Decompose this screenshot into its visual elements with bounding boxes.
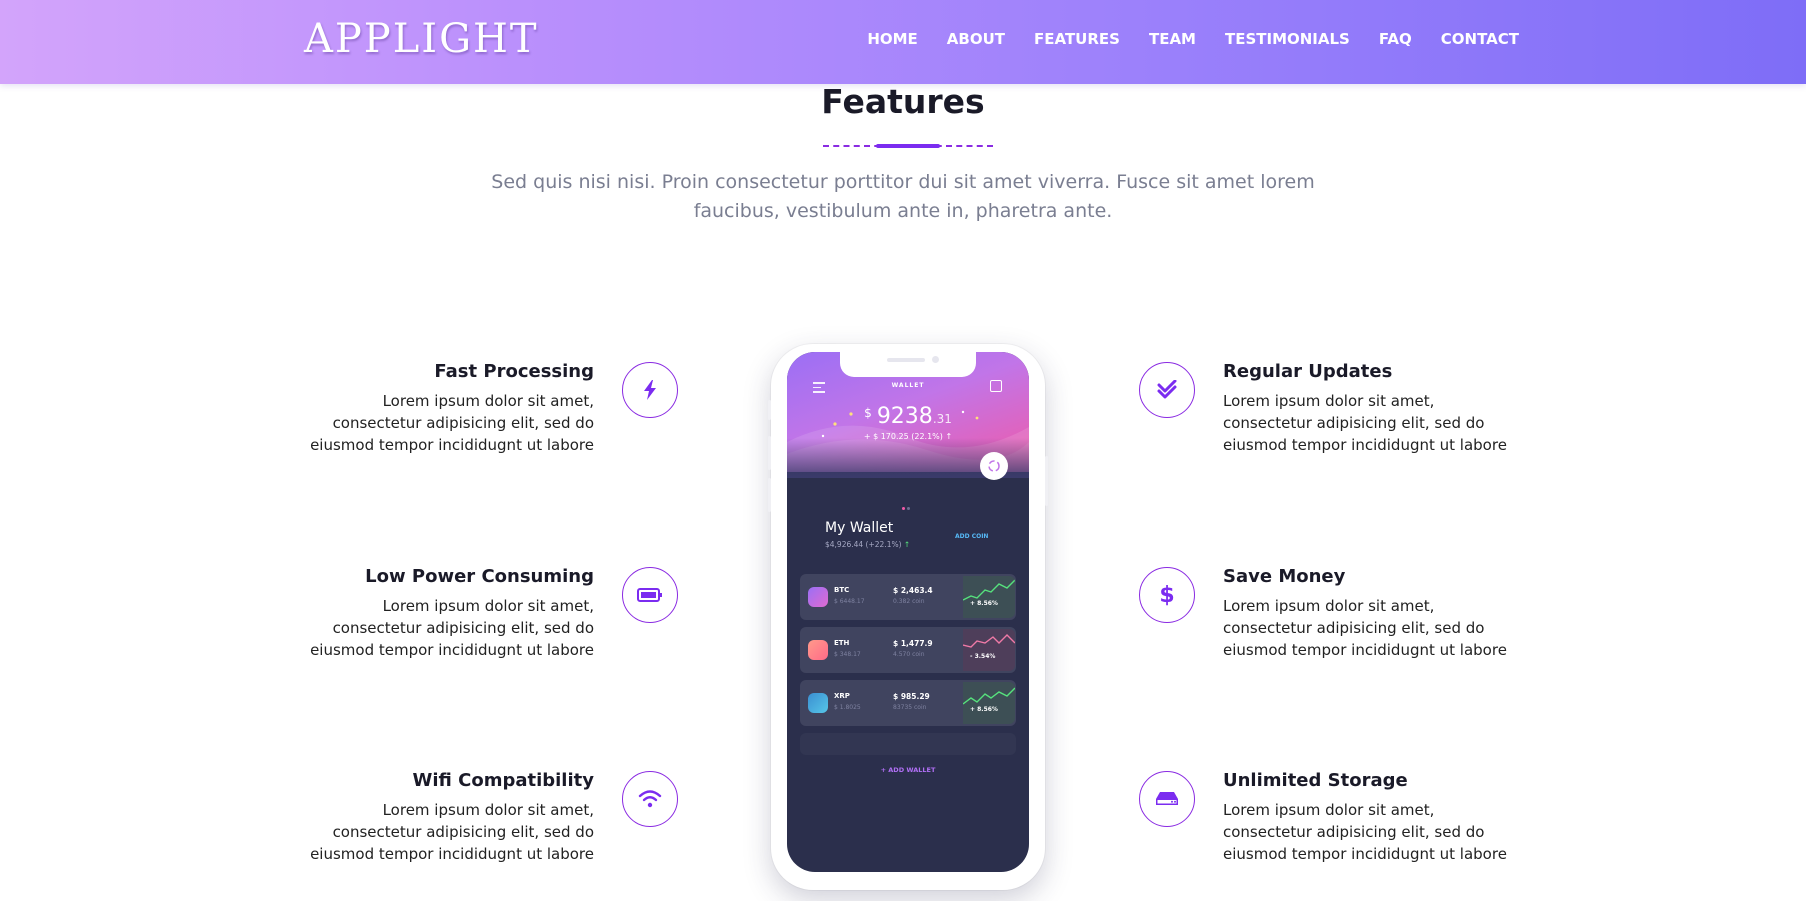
nav-home[interactable]: HOME [867,30,917,48]
sparkline-icon [963,682,1015,724]
double-check-icon [1139,362,1195,418]
feature-title: Low Power Consuming [365,566,594,587]
main-nav: HOME ABOUT FEATURES TEAM TESTIMONIALS FA… [867,30,1519,48]
feature-save-money: Save Money Lorem ipsum dolor sit amet, c… [1223,566,1523,661]
battery-icon [622,567,678,623]
ethereum-icon [808,640,828,660]
pager-dots [902,495,914,510]
nav-features[interactable]: FEATURES [1034,30,1120,48]
phone-screen: WALLET $ 9238.31 + $ 170.25 (22.1%) ↑ My… [787,352,1029,872]
phone-mockup: WALLET $ 9238.31 + $ 170.25 (22.1%) ↑ My… [768,344,1048,890]
balance-change: + $ 170.25 (22.1%) ↑ [863,432,953,441]
dollar-icon: $ [1139,567,1195,623]
feature-regular-updates: Regular Updates Lorem ipsum dolor sit am… [1223,361,1523,456]
feature-title: Fast Processing [434,361,594,382]
feature-low-power: Low Power Consuming Lorem ipsum dolor si… [294,566,594,661]
wallet-heading: My Wallet [825,520,894,536]
coin-row-btc[interactable]: BTC $ 6448.17 $ 2,463.4 0.382 coin + 8.5… [800,574,1016,620]
add-wallet-button[interactable]: + ADD WALLET [787,766,1029,774]
feature-text: Lorem ipsum dolor sit amet, consectetur … [1223,392,1507,454]
feature-wifi: Wifi Compatibility Lorem ipsum dolor sit… [294,770,594,865]
feature-title: Regular Updates [1223,361,1393,382]
nav-team[interactable]: TEAM [1149,30,1196,48]
feature-fast-processing: Fast Processing Lorem ipsum dolor sit am… [294,361,594,456]
section-subtitle: Sed quis nisi nisi. Proin consectetur po… [491,171,1315,222]
nav-contact[interactable]: CONTACT [1441,30,1519,48]
section-title: Features [821,82,985,121]
nav-about[interactable]: ABOUT [947,30,1005,48]
wallet-sub: $4,926.44 (+22.1%) ↑ [825,540,911,549]
add-coin-button[interactable]: ADD COIN [955,533,988,540]
qr-icon[interactable] [990,380,1002,392]
nav-testimonials[interactable]: TESTIMONIALS [1225,30,1350,48]
ripple-icon [808,693,828,713]
coin-row-xrp[interactable]: XRP $ 1.8025 $ 985.29 83735 coin + 8.56% [800,680,1016,726]
feature-text: Lorem ipsum dolor sit amet, consectetur … [310,597,594,659]
bolt-icon [622,362,678,418]
logo[interactable]: APPLIGHT [304,16,539,62]
bitcoin-icon [808,587,828,607]
refresh-icon[interactable] [980,452,1008,480]
sparkline-icon [963,576,1015,618]
nav-faq[interactable]: FAQ [1379,30,1412,48]
coin-row-eth[interactable]: ETH $ 348.17 $ 1,477.9 4.570 coin - 3.54… [800,627,1016,673]
wallet-balance: $ 9238.31 [864,404,952,429]
feature-title: Unlimited Storage [1223,770,1408,791]
feature-text: Lorem ipsum dolor sit amet, consectetur … [1223,597,1507,659]
feature-text: Lorem ipsum dolor sit amet, consectetur … [310,801,594,863]
feature-text: Lorem ipsum dolor sit amet, consectetur … [310,392,594,454]
feature-text: Lorem ipsum dolor sit amet, consectetur … [1223,801,1507,863]
sparkline-icon [963,629,1015,671]
wifi-icon [622,771,678,827]
feature-unlimited-storage: Unlimited Storage Lorem ipsum dolor sit … [1223,770,1523,865]
feature-title: Save Money [1223,566,1346,587]
site-header: APPLIGHT HOME ABOUT FEATURES TEAM TESTIM… [0,0,1806,84]
svg-text:$: $ [1160,583,1174,607]
feature-title: Wifi Compatibility [412,770,594,791]
hard-drive-icon [1139,771,1195,827]
coin-row-faded [800,733,1016,755]
title-divider [823,144,993,148]
